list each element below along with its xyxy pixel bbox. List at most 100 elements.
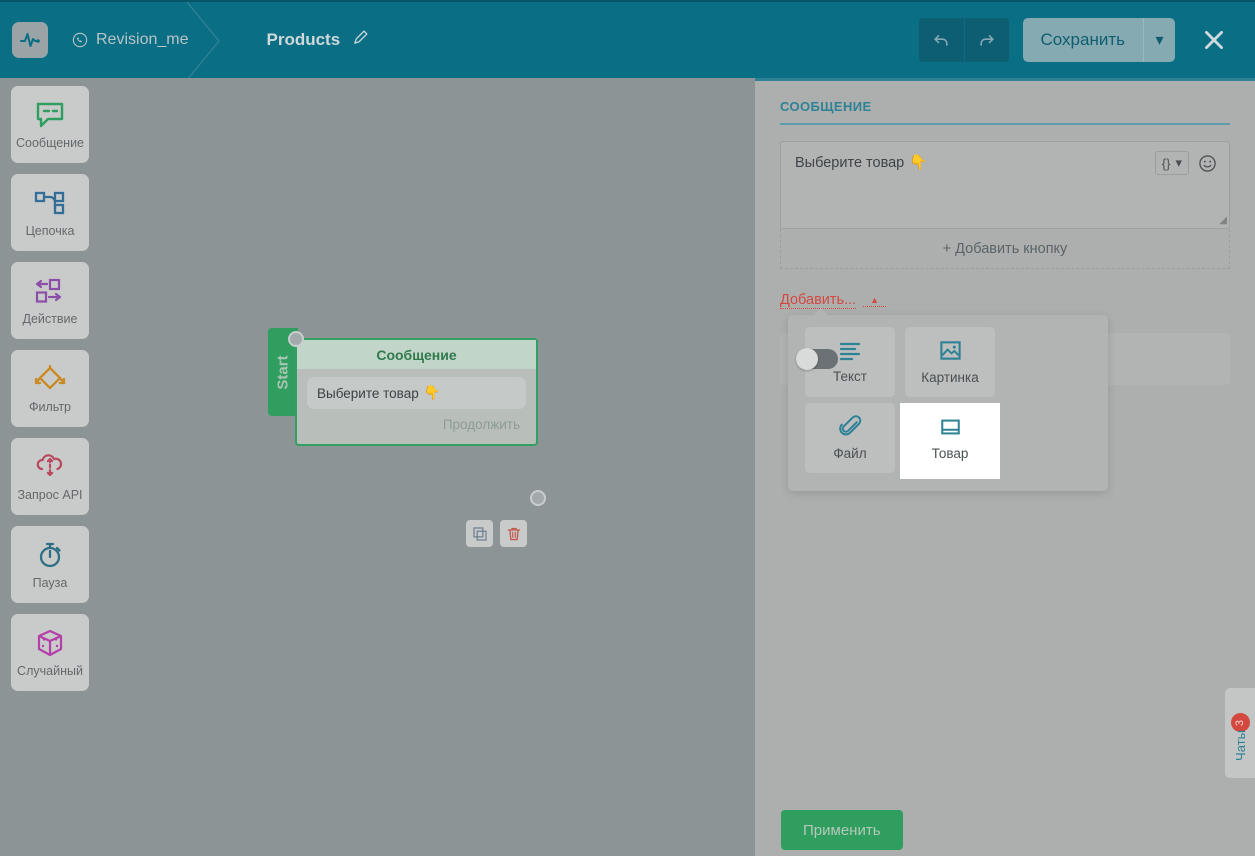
save-dropdown-caret[interactable]: ▾: [1143, 18, 1175, 62]
wait-reply-toggle[interactable]: [796, 349, 838, 369]
sidebar-item-pause[interactable]: Пауза: [11, 526, 89, 603]
add-content-label: Добавить...: [780, 292, 856, 309]
node-output-port[interactable]: [530, 490, 546, 506]
whatsapp-icon: [72, 32, 88, 48]
save-button[interactable]: Сохранить: [1023, 18, 1143, 62]
undo-redo-group: [919, 18, 1009, 62]
chevron-up-icon: ▲: [863, 295, 886, 307]
node-copy-button[interactable]: [466, 520, 493, 547]
popup-tile-label: Товар: [932, 446, 969, 461]
add-button-row[interactable]: + Добавить кнопку: [780, 229, 1230, 269]
toggle-knob: [796, 348, 818, 370]
app-header: Revision_me Products: [0, 0, 1255, 78]
sidebar-item-label: Запрос API: [17, 488, 82, 502]
node-continue-label: Продолжить: [307, 409, 526, 440]
add-content-row: Добавить... ▲ Текст: [780, 291, 1230, 309]
account-name: Revision_me: [96, 31, 188, 49]
dice-icon: [35, 627, 65, 659]
redo-button[interactable]: [964, 18, 1009, 62]
add-content-popup: Текст Картинка: [788, 315, 1108, 491]
close-icon: [1201, 27, 1227, 53]
breadcrumb: Products: [266, 29, 369, 51]
sidebar-item-label: Цепочка: [26, 224, 75, 238]
undo-icon: [931, 30, 951, 50]
sidebar-item-label: Пауза: [33, 576, 68, 590]
popup-cell-file: Файл: [800, 403, 900, 479]
message-textarea-value: Выберите товар: [795, 155, 904, 171]
resize-grip-icon[interactable]: ◢: [1219, 215, 1227, 226]
message-editor-card: Выберите товар 👇 {} ▾ ◢ +: [780, 141, 1230, 269]
redo-icon: [977, 30, 997, 50]
pointing-down-emoji-icon: 👇: [424, 385, 441, 401]
popup-tile-label: Картинка: [921, 370, 978, 385]
popup-tile-product[interactable]: Товар: [905, 403, 995, 473]
sidebar-item-label: Случайный: [17, 664, 83, 678]
stopwatch-icon: [35, 539, 65, 571]
sidebar-item-chain[interactable]: Цепочка: [11, 174, 89, 251]
sidebar-item-label: Фильтр: [29, 400, 71, 414]
message-textarea-value-row: Выберите товар 👇: [795, 154, 1215, 171]
sidebar-item-label: Сообщение: [16, 136, 84, 150]
api-cloud-icon: [34, 451, 66, 483]
paperclip-icon: [839, 415, 862, 438]
emoji-picker-button[interactable]: [1198, 154, 1217, 173]
save-group: Сохранить ▾: [1023, 18, 1175, 62]
pencil-icon[interactable]: [352, 29, 369, 51]
node-message-bubble[interactable]: Выберите товар 👇: [307, 377, 526, 409]
chats-tab-label: Чаты: [1233, 730, 1248, 761]
breadcrumb-divider: [185, 2, 230, 80]
sidebar-item-api-request[interactable]: Запрос API: [11, 438, 89, 515]
popup-tile-file[interactable]: Файл: [805, 403, 895, 473]
popup-tile-image[interactable]: Картинка: [905, 327, 995, 397]
sidebar-item-message[interactable]: Сообщение: [11, 86, 89, 163]
variables-label: {}: [1162, 156, 1171, 171]
product-card-icon: [939, 416, 962, 438]
node-body: Выберите товар 👇 Продолжить: [297, 369, 536, 444]
flow-canvas[interactable]: Start Сообщение Выберите товар 👇 Продолж…: [100, 78, 755, 856]
node-message-text: Выберите товар: [317, 386, 419, 401]
start-label: Start: [275, 355, 292, 389]
chats-badge-count: 3: [1234, 719, 1246, 725]
smiley-icon: [1198, 154, 1217, 173]
sidebar-item-label: Действие: [23, 312, 78, 326]
panel-divider: [780, 123, 1230, 125]
sidebar-item-action[interactable]: Действие: [11, 262, 89, 339]
popup-cell-image: Картинка: [900, 327, 1000, 403]
block-palette-sidebar: Сообщение Цепочка Действие: [0, 78, 100, 856]
variables-button[interactable]: {} ▾: [1155, 151, 1189, 175]
message-settings-panel: СООБЩЕНИЕ Выберите товар 👇 {} ▾: [755, 78, 1255, 856]
popup-tile-label: Файл: [833, 446, 866, 461]
message-textarea[interactable]: Выберите товар 👇 {} ▾ ◢: [780, 141, 1230, 229]
close-button[interactable]: [1197, 23, 1231, 57]
breadcrumb-account[interactable]: Revision_me: [72, 31, 188, 49]
chats-side-tab[interactable]: 3 Чаты: [1225, 688, 1255, 778]
sidebar-item-random[interactable]: Случайный: [11, 614, 89, 691]
chevron-down-icon: ▾: [1175, 155, 1182, 171]
page-title: Products: [266, 30, 340, 50]
node-input-port[interactable]: [288, 331, 304, 347]
message-icon: [35, 99, 65, 131]
pulse-logo-icon: [18, 28, 42, 52]
copy-icon: [472, 526, 488, 542]
editor-toolbar: {} ▾: [1155, 151, 1217, 175]
add-content-link[interactable]: Добавить... ▲: [780, 292, 886, 309]
text-lines-icon: [838, 341, 862, 361]
popup-tile-label: Текст: [833, 369, 867, 384]
node-card[interactable]: Сообщение Выберите товар 👇 Продолжить: [295, 338, 538, 446]
header-actions: Сохранить ▾: [919, 18, 1255, 62]
app-logo[interactable]: [12, 22, 48, 58]
pointing-down-emoji-icon: 👇: [909, 154, 927, 171]
popup-tile-grid: Текст Картинка: [800, 327, 1096, 479]
flow-chain-icon: [33, 187, 67, 219]
image-icon: [939, 339, 962, 362]
trash-icon: [506, 526, 522, 542]
node-title: Сообщение: [297, 340, 536, 369]
node-delete-button[interactable]: [500, 520, 527, 547]
filter-diamond-icon: [33, 363, 67, 395]
apply-button[interactable]: Применить: [781, 810, 903, 850]
popup-arrow-icon: [813, 308, 829, 316]
popup-cell-product: Товар: [900, 403, 1000, 479]
action-arrows-icon: [33, 275, 67, 307]
sidebar-item-filter[interactable]: Фильтр: [11, 350, 89, 427]
undo-button[interactable]: [919, 18, 964, 62]
